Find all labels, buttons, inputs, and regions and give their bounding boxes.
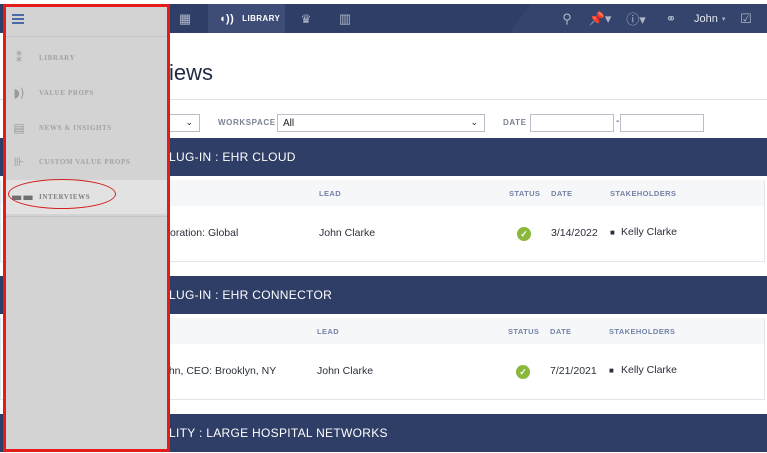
- col-stakeholders[interactable]: STAKEHOLDERS: [610, 189, 676, 198]
- handshake-icon[interactable]: ⚭: [660, 4, 682, 33]
- library-icon: ⁑: [16, 51, 22, 65]
- checkbox-icon[interactable]: ☑: [736, 4, 756, 33]
- interview-name[interactable]: ghn, CEO: Brooklyn, NY: [163, 365, 276, 377]
- bullet-icon: ■: [610, 228, 615, 237]
- sidebar-item-label: VALUE PROPS: [39, 89, 94, 97]
- sidebar-divider: [6, 216, 167, 217]
- hamburger-menu-icon[interactable]: [12, 14, 24, 24]
- stakeholder-name: Kelly Clarke: [621, 226, 678, 238]
- user-name: John: [694, 12, 718, 25]
- help-icon[interactable]: ⓘ▾: [622, 4, 650, 33]
- page-title: iews: [169, 60, 214, 85]
- sidebar-item-news-insights[interactable]: ▤ NEWS & INSIGHTS: [6, 111, 167, 145]
- sidebar-item-label: LIBRARY: [39, 54, 76, 62]
- user-menu[interactable]: John ▾: [694, 4, 725, 33]
- news-icon: ▤: [13, 121, 25, 135]
- sidebar-item-label: CUSTOM VALUE PROPS: [39, 158, 131, 166]
- group-select[interactable]: ⌄: [165, 114, 200, 132]
- workspace-label: WORKSPACE: [218, 118, 276, 127]
- chevron-down-icon: ▾: [721, 15, 726, 23]
- col-status[interactable]: STATUS: [508, 327, 539, 336]
- interview-lead: John Clarke: [319, 227, 376, 239]
- date-from-input[interactable]: [530, 114, 614, 132]
- date-to-input[interactable]: [620, 114, 704, 132]
- search-icon[interactable]: ⚲: [556, 4, 578, 33]
- workspace-value: All: [283, 117, 295, 129]
- sidebar-menu: ⁑ LIBRARY ◗) VALUE PROPS ▤ NEWS & INSIGH…: [3, 4, 170, 452]
- app-root: ▦ ◖)) LIBRARY ♛ ▥ ⚲ 📌▾ ⓘ▾ ⚭ John ▾ ☑ iew…: [0, 0, 767, 453]
- col-date[interactable]: DATE: [551, 189, 572, 198]
- sidebar-item-custom-value-props[interactable]: ⊪ CUSTOM VALUE PROPS: [6, 145, 167, 179]
- status-complete-icon: ✓: [517, 227, 531, 241]
- nav-library-tab[interactable]: ◖)) LIBRARY: [208, 4, 285, 33]
- nav-library-label: LIBRARY: [242, 14, 281, 23]
- date-separator: -: [616, 116, 620, 127]
- interview-date: 3/14/2022: [551, 227, 598, 239]
- col-lead[interactable]: LEAD: [319, 189, 341, 198]
- col-status[interactable]: STATUS: [509, 189, 540, 198]
- sidebar-item-value-props[interactable]: ◗) VALUE PROPS: [6, 76, 167, 110]
- status-complete-icon: ✓: [516, 365, 530, 379]
- interview-date: 7/21/2021: [550, 365, 597, 377]
- bar-chart-icon[interactable]: ▥: [334, 4, 356, 33]
- col-lead[interactable]: LEAD: [317, 327, 339, 336]
- pin-icon[interactable]: 📌▾: [588, 4, 612, 33]
- audio-icon: ◖)): [219, 12, 235, 25]
- stakeholder-name: Kelly Clarke: [621, 364, 678, 376]
- col-stakeholders[interactable]: STAKEHOLDERS: [609, 327, 675, 336]
- crown-icon[interactable]: ♛: [292, 4, 320, 33]
- custom-value-props-icon: ⊪: [13, 155, 25, 169]
- sidebar-header: [6, 7, 167, 37]
- col-date[interactable]: DATE: [550, 327, 571, 336]
- sidebar-item-label: NEWS & INSIGHTS: [39, 124, 112, 132]
- date-label: DATE: [503, 118, 527, 127]
- value-props-icon: ◗): [13, 86, 25, 100]
- sidebar-item-library[interactable]: ⁑ LIBRARY: [6, 41, 167, 75]
- grid-icon[interactable]: ▦: [172, 4, 198, 33]
- chevron-down-icon: ⌄: [185, 117, 193, 127]
- chevron-down-icon: ⌄: [470, 117, 478, 127]
- bullet-icon: ■: [609, 366, 614, 375]
- interview-name[interactable]: oration: Global: [170, 227, 238, 239]
- interview-lead: John Clarke: [317, 365, 374, 377]
- workspace-select[interactable]: All ⌄: [277, 114, 485, 132]
- highlight-oval: [8, 179, 116, 209]
